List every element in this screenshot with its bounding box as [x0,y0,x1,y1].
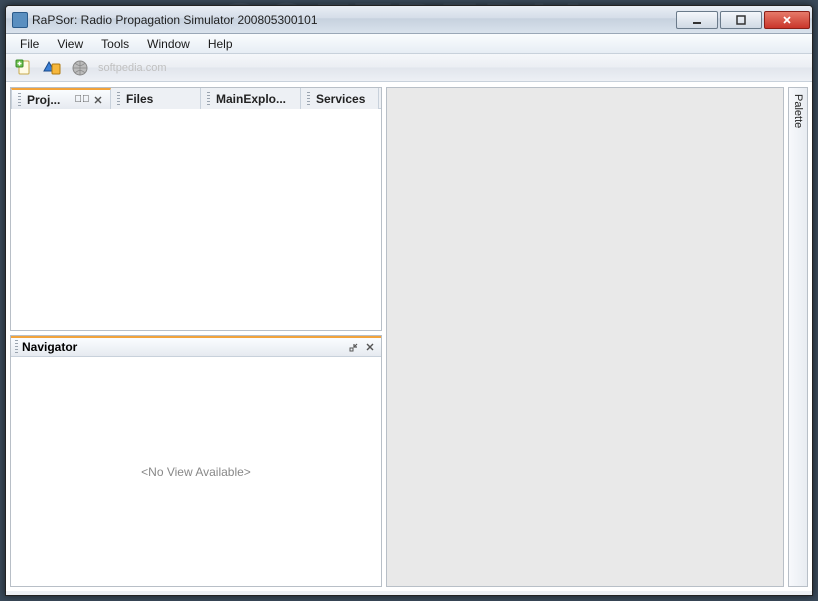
tab-files-label: Files [126,92,153,106]
shapes-icon [43,59,61,77]
tab-services[interactable]: Services [301,88,379,109]
tab-main-explorer[interactable]: MainExplo... [201,88,301,109]
tab-minimize-button[interactable]: ◀⃞ [76,94,88,106]
navigator-header[interactable]: Navigator [11,336,381,357]
navigator-minimize-button[interactable] [347,340,361,354]
plus-document-icon [15,59,33,77]
maximize-icon [736,15,746,25]
navigator-close-button[interactable] [363,340,377,354]
window-title: RaPSor: Radio Propagation Simulator 2008… [28,13,676,27]
new-project-button[interactable] [12,57,36,79]
tab-files[interactable]: Files [111,88,201,109]
caption-controls [676,11,810,29]
globe-tool-button[interactable] [68,57,92,79]
minimize-button[interactable] [676,11,718,29]
maximize-button[interactable] [720,11,762,29]
tab-services-label: Services [316,92,365,106]
navigator-title: Navigator [22,340,345,354]
editor-area[interactable] [386,87,784,587]
shapes-tool-button[interactable] [40,57,64,79]
palette-label: Palette [792,94,804,128]
toolbar-watermark: softpedia.com [98,62,166,74]
close-icon [782,15,792,25]
palette-strip[interactable]: Palette [788,87,808,587]
tab-grip-icon [307,92,310,106]
menu-view[interactable]: View [49,35,91,53]
panel-close-icon [366,343,374,351]
left-column: Proj... ◀⃞ Files [10,87,382,587]
navigator-body: <No View Available> [11,357,381,586]
menu-file[interactable]: File [12,35,47,53]
close-tab-icon [94,96,102,104]
explorer-panel: Proj... ◀⃞ Files [10,87,382,331]
explorer-body [11,109,381,330]
menu-window[interactable]: Window [139,35,198,53]
title-bar[interactable]: RaPSor: Radio Propagation Simulator 2008… [6,6,812,34]
tab-close-button[interactable] [92,94,104,106]
panel-minimize-icon [349,342,359,352]
tab-grip-icon [117,92,120,106]
app-icon [12,12,28,28]
navigator-panel: Navigator <No View Available> [10,335,382,587]
panel-grip-icon [15,340,18,354]
menu-tools[interactable]: Tools [93,35,137,53]
tab-projects[interactable]: Proj... ◀⃞ [11,88,111,109]
explorer-tabs: Proj... ◀⃞ Files [11,88,381,109]
navigator-empty-label: <No View Available> [141,465,251,479]
close-button[interactable] [764,11,810,29]
tab-main-explorer-label: MainExplo... [216,92,286,106]
tab-projects-label: Proj... [27,93,60,107]
menu-bar: File View Tools Window Help [6,34,812,54]
client-area: Proj... ◀⃞ Files [6,82,812,591]
globe-icon [71,59,89,77]
tab-grip-icon [207,92,210,106]
status-bar [6,591,812,595]
app-window: RaPSor: Radio Propagation Simulator 2008… [5,5,813,596]
minimize-icon [692,15,702,25]
menu-help[interactable]: Help [200,35,241,53]
tab-grip-icon [18,93,21,107]
toolbar: softpedia.com [6,54,812,82]
